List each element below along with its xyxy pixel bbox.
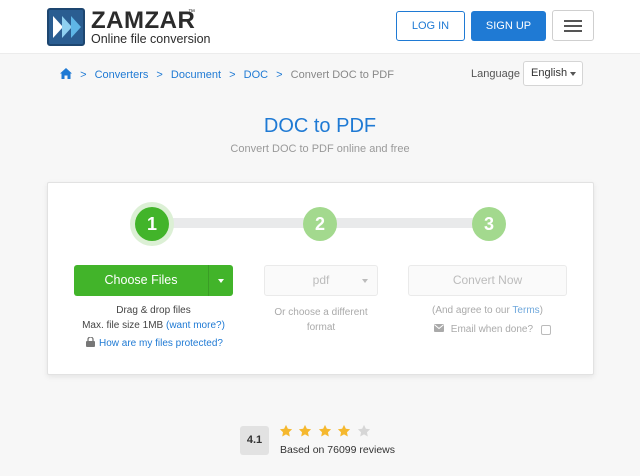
breadcrumb-current: Convert DOC to PDF [290,69,394,81]
page-subtitle: Convert DOC to PDF online and free [230,143,410,155]
format-hint: Or choose a different format [274,307,368,333]
breadcrumb-separator: > [80,69,87,81]
choose-files-dropdown[interactable] [209,265,233,296]
terms-agreement: (And agree to our Terms) [408,305,567,316]
lock-icon [86,336,95,350]
star-filled-icon [318,424,332,443]
page-title: DOC to PDF [263,115,377,137]
star-filled-icon [337,424,351,443]
breadcrumb: > Converters > Document > DOC > Convert … [60,68,394,84]
step-2-badge: 2 [303,207,337,241]
star-filled-icon [279,424,293,443]
convert-now-button[interactable]: Convert Now [408,265,567,296]
site-header: ZAMZAR ™ Online file conversion LOG IN S… [0,0,640,54]
hamburger-icon-line [564,30,582,32]
breadcrumb-separator: > [276,69,283,81]
agree-prefix: (And agree to our [431,305,513,316]
language-label: Language [471,68,520,80]
email-when-done: Email when done? [434,324,551,335]
files-protected-text[interactable]: How are my files protected? [99,338,223,349]
brand-name[interactable]: ZAMZAR [91,7,195,35]
hamburger-icon-line [564,25,582,27]
rating-stars [279,424,372,443]
rating-score: 4.1 [240,426,269,455]
breadcrumb-separator: > [229,69,236,81]
reviews-count: Based on 76099 reviews [280,444,395,456]
envelope-icon [434,324,444,335]
breadcrumb-converters[interactable]: Converters [95,69,149,81]
files-protected-link[interactable]: How are my files protected? [86,336,223,350]
max-file-size: Max. file size 1MB (want more?) [74,320,233,331]
caret-down-icon [362,279,368,283]
language-selected: English [531,67,568,79]
terms-link[interactable]: Terms [512,305,539,316]
step-3-badge: 3 [472,207,506,241]
format-select[interactable]: pdf [264,265,378,296]
star-empty-icon [357,424,371,443]
login-button[interactable]: LOG IN [396,11,465,41]
brand-tagline: Online file conversion [91,32,211,46]
breadcrumb-document[interactable]: Document [171,69,221,81]
caret-down-icon [218,279,224,283]
format-placeholder: pdf [312,273,330,287]
zamzar-logo-icon[interactable] [47,8,85,46]
menu-button[interactable] [552,10,594,41]
email-checkbox[interactable] [540,324,551,335]
choose-files-button[interactable]: Choose Files [74,265,233,296]
breadcrumb-separator: > [156,69,163,81]
agree-suffix: ) [539,305,543,316]
hamburger-icon [564,20,582,22]
want-more-link[interactable]: (want more?) [166,320,225,331]
language-select[interactable]: English [523,61,583,86]
caret-down-icon [570,72,576,76]
max-file-size-text: Max. file size 1MB [82,320,164,331]
home-icon[interactable] [60,68,72,82]
trademark: ™ [188,9,195,16]
star-filled-icon [298,424,312,443]
email-label: Email when done? [450,324,534,335]
step-1-badge: 1 [135,207,169,241]
drag-drop-text: Drag & drop files [116,305,191,316]
signup-button[interactable]: SIGN UP [471,11,546,41]
breadcrumb-doc[interactable]: DOC [244,69,268,81]
choose-files-label[interactable]: Choose Files [74,265,208,296]
